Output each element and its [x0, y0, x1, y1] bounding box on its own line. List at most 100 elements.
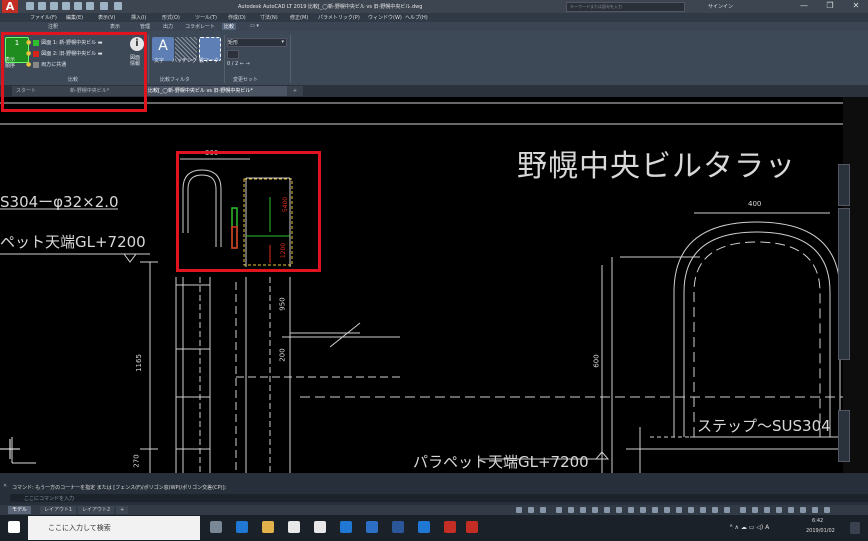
- ribbon-separator: [224, 35, 225, 83]
- osnap-icon[interactable]: [580, 507, 586, 513]
- internet-explorer-icon[interactable]: [418, 521, 430, 533]
- add-plus-icon[interactable]: [740, 507, 746, 513]
- shape-dropdown[interactable]: 矩形 ▾: [227, 38, 287, 47]
- dimension-text: 200: [278, 348, 287, 362]
- leader-text: S304ーφ32×2.0: [0, 193, 119, 211]
- redo-icon[interactable]: [114, 2, 122, 10]
- outlook-icon[interactable]: [340, 521, 352, 533]
- autocad-logo-icon[interactable]: A: [2, 0, 18, 13]
- system-tray-icons[interactable]: ᴿ ∧ ☁ ▭ ◁) A: [730, 524, 769, 531]
- open-file-icon[interactable]: [38, 2, 46, 10]
- windows-start-icon[interactable]: [8, 521, 20, 533]
- tab-model[interactable]: モデル: [8, 506, 32, 514]
- menu-dimension[interactable]: 寸法(N): [260, 14, 278, 21]
- add-layout-plus-icon[interactable]: +: [116, 506, 129, 514]
- clean-screen-icon[interactable]: [812, 507, 818, 513]
- menu-edit[interactable]: 編集(E): [66, 14, 83, 21]
- workspace-gear-icon[interactable]: [724, 507, 730, 513]
- otrack-icon[interactable]: [592, 507, 598, 513]
- selection-cycling-icon[interactable]: [628, 507, 634, 513]
- menu-format[interactable]: 形式(O): [162, 14, 180, 21]
- model-space-icon[interactable]: [516, 507, 522, 513]
- previous-change-arrow-icon[interactable]: ←: [240, 61, 244, 67]
- mail-icon[interactable]: [288, 521, 300, 533]
- snap-icon[interactable]: [540, 507, 546, 513]
- dimension-text: 400: [748, 200, 762, 208]
- ortho-icon[interactable]: [556, 507, 562, 513]
- store-icon[interactable]: [314, 521, 326, 533]
- edge-icon[interactable]: [236, 521, 248, 533]
- close-icon[interactable]: ✕: [3, 483, 7, 489]
- gizmo-icon[interactable]: [676, 507, 682, 513]
- ribbon-options-icon[interactable]: ▭ ▾: [250, 23, 259, 29]
- chevron-down-icon: ▾: [281, 39, 284, 45]
- quick-properties-icon[interactable]: [764, 507, 770, 513]
- units-icon[interactable]: [752, 507, 758, 513]
- auto-scale-icon[interactable]: [700, 507, 706, 513]
- file-explorer-icon[interactable]: [262, 521, 274, 533]
- hardware-acceleration-icon[interactable]: [800, 507, 806, 513]
- menu-view[interactable]: 表示(V): [98, 14, 115, 21]
- word-icon[interactable]: [392, 521, 404, 533]
- undo-icon[interactable]: [100, 2, 108, 10]
- menu-insert[interactable]: 挿入(I): [131, 14, 146, 21]
- tab-output[interactable]: 出力: [163, 23, 173, 30]
- selection-filter-icon[interactable]: [664, 507, 670, 513]
- command-input[interactable]: ここにコマンドを入力: [10, 494, 868, 502]
- menu-help[interactable]: ヘルプ(H): [405, 14, 428, 21]
- tab-annotate[interactable]: 注釈: [48, 23, 58, 30]
- minimize-button[interactable]: —: [796, 1, 812, 11]
- tab-layout2[interactable]: レイアウト2: [78, 506, 115, 514]
- close-button[interactable]: ✕: [848, 1, 864, 11]
- save-icon[interactable]: [50, 2, 58, 10]
- compare-palette-tab[interactable]: [838, 208, 850, 360]
- ribbon-separator: [148, 35, 149, 83]
- next-change-arrow-icon[interactable]: →: [246, 61, 250, 67]
- maximize-button[interactable]: ❐: [822, 1, 838, 11]
- new-file-icon[interactable]: [26, 2, 34, 10]
- viewcube-strip[interactable]: [838, 410, 850, 462]
- doc-tab-compare[interactable]: 比較[_◯新-野幌中央ビル vs 旧-野幌中央ビル*: [144, 86, 288, 96]
- lineweight-icon[interactable]: [604, 507, 610, 513]
- drawing-title-text: 野幌中央ビルタラッ: [517, 149, 796, 184]
- notification-icon[interactable]: [850, 522, 860, 534]
- transparency-icon[interactable]: [616, 507, 622, 513]
- drawing-canvas[interactable]: 野幌中央ビルタラッ S304ーφ32×2.0 ペット天端GL+7200 パラペッ…: [0, 97, 843, 473]
- menu-window[interactable]: ウィンドウ(W): [368, 14, 402, 21]
- menu-file[interactable]: ファイル(F): [30, 14, 57, 21]
- grid-icon[interactable]: [528, 507, 534, 513]
- properties-palette-tab[interactable]: [838, 164, 850, 206]
- tab-view[interactable]: 表示: [110, 23, 120, 30]
- menu-tools[interactable]: ツール(T): [195, 14, 217, 21]
- taskbar-search-input[interactable]: ここに入力して検索: [28, 516, 200, 540]
- annotation-visibility-icon[interactable]: [688, 507, 694, 513]
- tab-layout1[interactable]: レイアウト1: [40, 506, 77, 514]
- print-icon[interactable]: [86, 2, 94, 10]
- margin-input[interactable]: [227, 50, 239, 59]
- task-view-icon[interactable]: [210, 521, 222, 533]
- isolate-objects-icon[interactable]: [788, 507, 794, 513]
- new-tab-plus-icon[interactable]: +: [287, 86, 303, 96]
- annotation-scale-icon[interactable]: [712, 507, 718, 513]
- shape-value: 矩形: [228, 40, 239, 46]
- help-search-input[interactable]: キーワードまたは語句を入力: [566, 2, 685, 12]
- title-bar: A Autodesk AutoCAD LT 2019 比較[_◯新-野幌中央ビル…: [0, 0, 868, 13]
- media-player-icon[interactable]: [366, 521, 378, 533]
- menu-parametric[interactable]: パラメトリック(P): [318, 14, 360, 21]
- 3d-osnap-icon[interactable]: [640, 507, 646, 513]
- plot-icon[interactable]: [74, 2, 82, 10]
- autocad-lt-taskbar-icon[interactable]: [466, 521, 478, 533]
- autocad-taskbar-icon[interactable]: [444, 521, 456, 533]
- signin-button[interactable]: サインイン: [708, 3, 733, 10]
- dynamic-ucs-icon[interactable]: [652, 507, 658, 513]
- large-rail-arc: [673, 221, 841, 437]
- tab-compare[interactable]: 比較: [222, 23, 237, 30]
- menu-draw[interactable]: 作成(D): [228, 14, 246, 21]
- lock-ui-icon[interactable]: [776, 507, 782, 513]
- tab-collaborate[interactable]: コラボレート: [185, 23, 215, 30]
- tab-manage[interactable]: 管理: [140, 23, 150, 30]
- menu-modify[interactable]: 修正(M): [290, 14, 308, 21]
- customization-menu-icon[interactable]: [824, 507, 830, 513]
- polar-icon[interactable]: [568, 507, 574, 513]
- save-as-icon[interactable]: [62, 2, 70, 10]
